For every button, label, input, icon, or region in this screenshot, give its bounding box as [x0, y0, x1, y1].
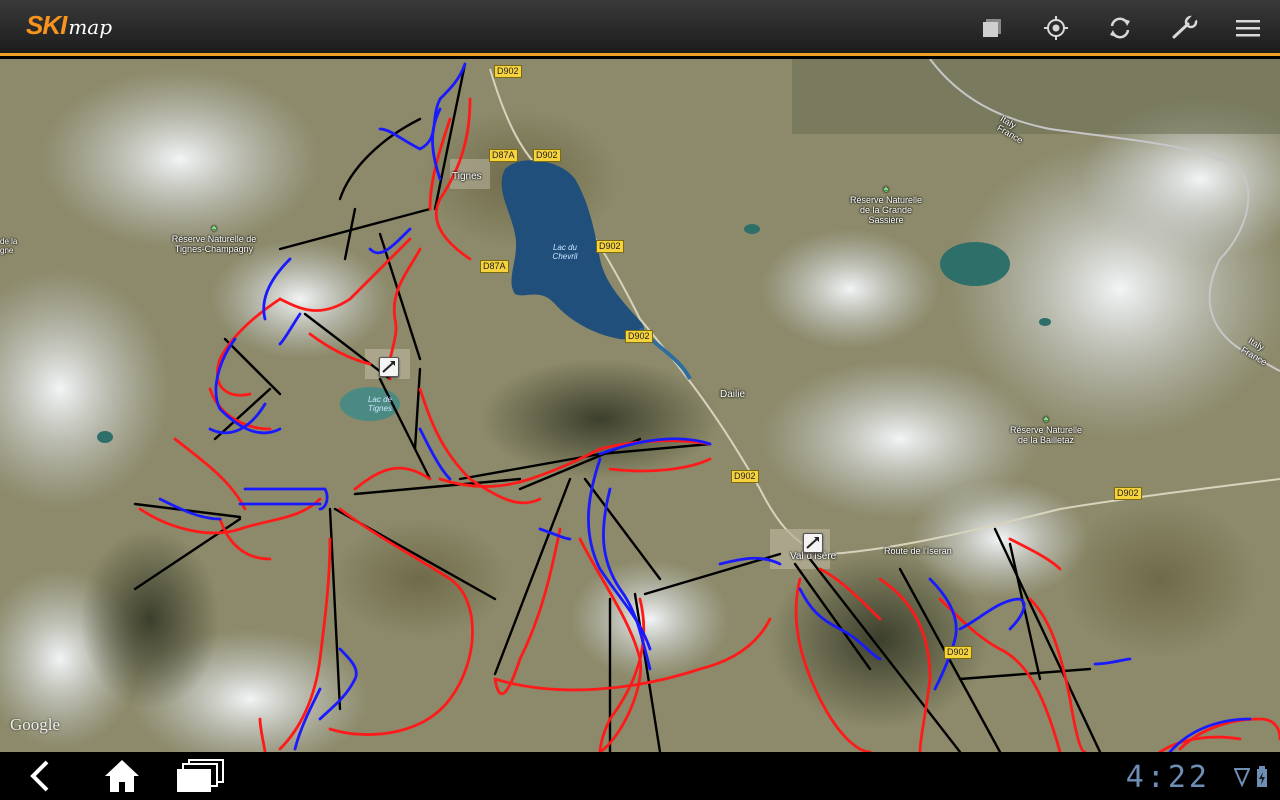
- battery-icon: [1257, 766, 1267, 787]
- signal-icon: [1234, 768, 1250, 787]
- reserve-bailletaz: ♠ Réserve Naturelle de la Bailletaz: [1004, 414, 1088, 446]
- logo-primary: SKI: [26, 10, 67, 40]
- lake-label-tignes: Lac de Tignes: [367, 395, 393, 413]
- action-bar: SKI map: [0, 0, 1280, 56]
- road-label: D902: [596, 240, 624, 253]
- app-logo: SKI map: [26, 10, 112, 46]
- clock: 4:22: [1125, 760, 1210, 795]
- satellite-terrain: [0, 59, 1280, 752]
- lake-label-chevril: Lac du Chevril: [552, 243, 578, 261]
- home-icon: [105, 760, 139, 792]
- recent-apps-icon: [177, 759, 224, 792]
- edge-label: de la gne: [0, 237, 18, 255]
- system-bar: 4:22: [0, 752, 1280, 800]
- layers-icon: [983, 19, 1001, 37]
- lift-marker[interactable]: [803, 533, 823, 553]
- locate-icon: [1044, 16, 1068, 40]
- road-label: D902: [494, 65, 522, 78]
- ski-map[interactable]: D902 D87A D902 D902 D87A D902 D902 D902 …: [0, 59, 1280, 752]
- road-label: D87A: [480, 260, 509, 273]
- place-label-tignes: Tignes: [452, 171, 482, 182]
- layers-button[interactable]: [972, 10, 1012, 46]
- overflow-menu-button[interactable]: [1228, 10, 1268, 46]
- tree-icon: ♠: [1043, 414, 1049, 425]
- refresh-button[interactable]: [1100, 10, 1140, 46]
- place-label-dailie: Dailie: [720, 389, 746, 400]
- lift-marker[interactable]: [379, 357, 399, 377]
- road-label: D902: [944, 646, 972, 659]
- reserve-grande-sassiere: ♠ Réserve Naturelle de la Grande Sassièr…: [846, 184, 926, 226]
- road-label: D87A: [489, 149, 518, 162]
- tree-icon: ♠: [211, 223, 217, 234]
- back-icon: [30, 760, 49, 792]
- road-label: D902: [731, 470, 759, 483]
- google-attribution: Google: [10, 715, 61, 734]
- back-button[interactable]: [22, 758, 58, 794]
- reserve-tignes-champagny: ♠ Réserve Naturelle de Tignes-Champagny: [168, 223, 260, 255]
- ski-lift-icon: [806, 537, 819, 549]
- place-label-route-iseran: Route de l'Iseran: [884, 546, 952, 556]
- locate-button[interactable]: [1036, 10, 1076, 46]
- settings-button[interactable]: [1164, 10, 1204, 46]
- home-button[interactable]: [100, 758, 144, 794]
- logo-secondary: map: [68, 15, 113, 39]
- road-label: D902: [533, 149, 561, 162]
- menu-icon: [1236, 20, 1260, 37]
- recent-apps-button[interactable]: [174, 758, 226, 794]
- refresh-icon: [1110, 17, 1130, 39]
- road-label: D902: [625, 330, 653, 343]
- ski-lift-icon: [382, 361, 395, 373]
- settings-wrench-icon: [1172, 15, 1198, 39]
- road-label: D902: [1114, 487, 1142, 500]
- tree-icon: ♠: [883, 184, 889, 195]
- status-icons: [1234, 766, 1268, 788]
